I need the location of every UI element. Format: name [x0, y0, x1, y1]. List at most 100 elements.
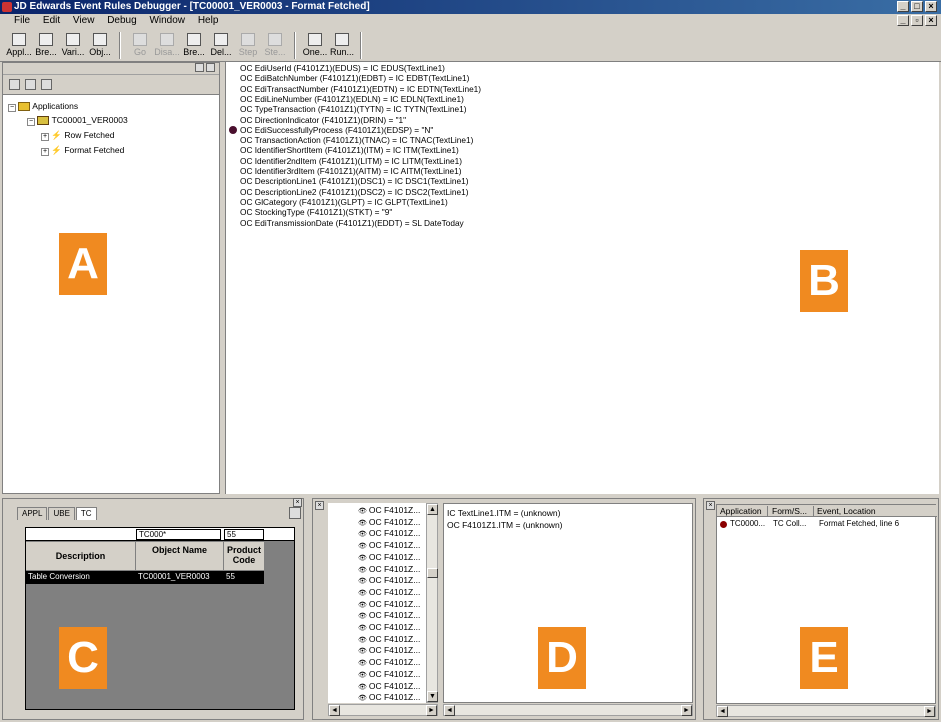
code-line[interactable]: OC EdiUserId (F4101Z1)(EDUS) = IC EDUS(T… — [240, 63, 445, 73]
child-close-icon[interactable]: × — [925, 15, 937, 26]
panel-restore-icon[interactable] — [195, 63, 204, 72]
code-filter-input[interactable]: 55 — [224, 529, 264, 540]
horizontal-scrollbar[interactable]: ◄ ► — [328, 704, 438, 716]
menu-edit[interactable]: Edit — [38, 14, 65, 28]
tree-item[interactable]: 👁 OC F4101Z... — [358, 540, 420, 550]
code-line[interactable]: OC EdiBatchNumber (F4101Z1)(EDBT) = IC E… — [240, 73, 469, 83]
objects-button[interactable]: Obj... — [87, 31, 113, 59]
column-header-application[interactable]: Application — [720, 506, 768, 516]
code-line[interactable]: OC TypeTransaction (F4101Z1)(TYTN) = IC … — [240, 104, 466, 114]
tree-item[interactable]: 👁 OC F4101Z... — [358, 622, 420, 632]
tree-item[interactable]: 👁 OC F4101Z... — [358, 681, 420, 691]
code-line[interactable]: OC Identifier3rdItem (F4101Z1)(AITM) = I… — [240, 166, 462, 176]
child-minimize-icon[interactable]: _ — [897, 15, 909, 26]
vertical-scrollbar[interactable]: ▲ ▼ — [426, 503, 438, 703]
menu-help[interactable]: Help — [193, 14, 224, 28]
horizontal-scrollbar[interactable]: ◄ ► — [716, 705, 936, 717]
panel-close-icon[interactable]: × — [706, 501, 715, 510]
menu-window[interactable]: Window — [144, 14, 190, 28]
tree-item-row-fetched[interactable]: + ⚡ Row Fetched — [41, 130, 114, 141]
delete-breakpoints-button[interactable]: Del... — [208, 31, 234, 59]
tree-item[interactable]: 👁 OC F4101Z... — [358, 599, 420, 609]
breakpoint-icon[interactable] — [229, 125, 237, 134]
code-line[interactable]: OC EdiSuccessfullyProcess (F4101Z1)(EDSP… — [240, 125, 433, 135]
tree-item-version[interactable]: − TC00001_VER0003 — [27, 115, 128, 126]
column-header-object-name[interactable]: Object Name — [136, 542, 224, 570]
tree-item-label: OC F4101Z... — [368, 622, 421, 632]
column-header-event-location[interactable]: Event, Location — [817, 506, 876, 516]
panel-close-icon[interactable]: × — [315, 501, 324, 510]
code-line[interactable]: OC DescriptionLine2 (F4101Z1)(DSC2) = IC… — [240, 187, 468, 197]
one-step-button[interactable]: One... — [302, 31, 328, 59]
tree-item[interactable]: 👁 OC F4101Z... — [358, 645, 420, 655]
tree-item[interactable]: 👁 OC F4101Z... — [358, 692, 420, 702]
scroll-up-icon[interactable]: ▲ — [427, 504, 438, 515]
tree-item[interactable]: 👁 OC F4101Z... — [358, 657, 420, 667]
panel-close-icon[interactable] — [206, 63, 215, 72]
code-line[interactable]: OC Identifier2ndItem (F4101Z1)(LITM) = I… — [240, 156, 462, 166]
tree-item[interactable]: 👁 OC F4101Z... — [358, 610, 420, 620]
code-line[interactable]: OC StockingType (F4101Z1)(STKT) = "9" — [240, 207, 392, 217]
panel-close-icon[interactable]: × — [293, 498, 302, 507]
breakpoints-button[interactable]: Bre... — [33, 31, 59, 59]
menu-debug[interactable]: Debug — [102, 14, 141, 28]
tree-item[interactable]: 👁 OC F4101Z... — [358, 564, 420, 574]
column-header-description[interactable]: Description — [26, 542, 136, 570]
go-button[interactable]: Go — [127, 31, 153, 59]
trash-icon[interactable] — [9, 79, 20, 90]
code-line[interactable]: OC DescriptionLine1 (F4101Z1)(DSC1) = IC… — [240, 176, 468, 186]
tree-item[interactable]: 👁 OC F4101Z... — [358, 552, 420, 562]
code-line[interactable]: OC GlCategory (F4101Z1)(GLPT) = IC GLPT(… — [240, 197, 448, 207]
variables-button[interactable]: Vari... — [60, 31, 86, 59]
step-button[interactable]: Step — [235, 31, 261, 59]
horizontal-scrollbar[interactable]: ◄ ► — [443, 704, 693, 716]
menu-view[interactable]: View — [68, 14, 100, 28]
tree-item[interactable]: 👁 OC F4101Z... — [358, 587, 420, 597]
maximize-icon[interactable]: □ — [911, 1, 923, 12]
scroll-left-icon[interactable]: ◄ — [717, 706, 728, 717]
tree-item[interactable]: 👁 OC F4101Z... — [358, 528, 420, 538]
code-line[interactable]: OC EdiTransactNumber (F4101Z1)(EDTN) = I… — [240, 84, 481, 94]
tab-appl[interactable]: APPL — [17, 507, 48, 520]
tree-item-format-fetched[interactable]: + ⚡ Format Fetched — [41, 145, 124, 156]
disable-button[interactable]: Disa... — [154, 31, 180, 59]
tree-item[interactable]: 👁 OC F4101Z... — [358, 517, 420, 527]
tree-item[interactable]: 👁 OC F4101Z... — [358, 505, 420, 515]
tree-root[interactable]: − Applications — [8, 101, 78, 112]
column-header-product-code[interactable]: Product Code — [224, 542, 264, 570]
code-line[interactable]: OC IdentifierShortItem (F4101Z1)(ITM) = … — [240, 145, 459, 155]
code-line[interactable]: OC DirectionIndicator (F4101Z1)(DRIN) = … — [240, 115, 406, 125]
breakpoint-set-button[interactable]: Bre... — [181, 31, 207, 59]
tab-ube[interactable]: UBE — [48, 507, 75, 520]
minimize-icon[interactable]: _ — [897, 1, 909, 12]
value-line[interactable]: IC TextLine1.ITM = (unknown) — [447, 508, 560, 518]
scroll-left-icon[interactable]: ◄ — [329, 705, 340, 716]
applications-button[interactable]: Appl... — [6, 31, 32, 59]
value-line[interactable]: OC F4101Z1.ITM = (unknown) — [447, 520, 563, 530]
child-restore-icon[interactable]: ▫ — [911, 15, 923, 26]
table-row[interactable]: Table Conversion TC00001_VER0003 55 — [26, 571, 264, 584]
tab-tc[interactable]: TC — [75, 507, 97, 520]
table-row[interactable]: TC0000... TC Coll... Format Fetched, lin… — [717, 519, 937, 530]
tree-item[interactable]: 👁 OC F4101Z... — [358, 669, 420, 679]
search-icon[interactable] — [289, 507, 301, 519]
close-icon[interactable]: × — [925, 1, 937, 12]
tree-item[interactable]: 👁 OC F4101Z... — [358, 634, 420, 644]
scroll-thumb[interactable] — [427, 568, 438, 578]
run-button[interactable]: Run... — [329, 31, 355, 59]
scroll-right-icon[interactable]: ► — [426, 705, 437, 716]
scroll-right-icon[interactable]: ► — [681, 705, 692, 716]
code-line[interactable]: OC TransactionAction (F4101Z1)(TNAC) = I… — [240, 135, 473, 145]
menu-file[interactable]: File — [0, 14, 35, 28]
step-into-button[interactable]: Ste... — [262, 31, 288, 59]
column-header-form[interactable]: Form/S... — [772, 506, 814, 516]
sort-icon[interactable] — [25, 79, 36, 90]
code-line[interactable]: OC EdiLineNumber (F4101Z1)(EDLN) = IC ED… — [240, 94, 464, 104]
scroll-left-icon[interactable]: ◄ — [444, 705, 455, 716]
tree-item[interactable]: 👁 OC F4101Z... — [358, 575, 420, 585]
code-line[interactable]: OC EdiTransmissionDate (F4101Z1)(EDDT) =… — [240, 218, 464, 228]
object-filter-input[interactable]: TC000* — [136, 529, 221, 540]
expand-icon[interactable] — [41, 79, 52, 90]
scroll-down-icon[interactable]: ▼ — [427, 691, 438, 702]
scroll-right-icon[interactable]: ► — [924, 706, 935, 717]
